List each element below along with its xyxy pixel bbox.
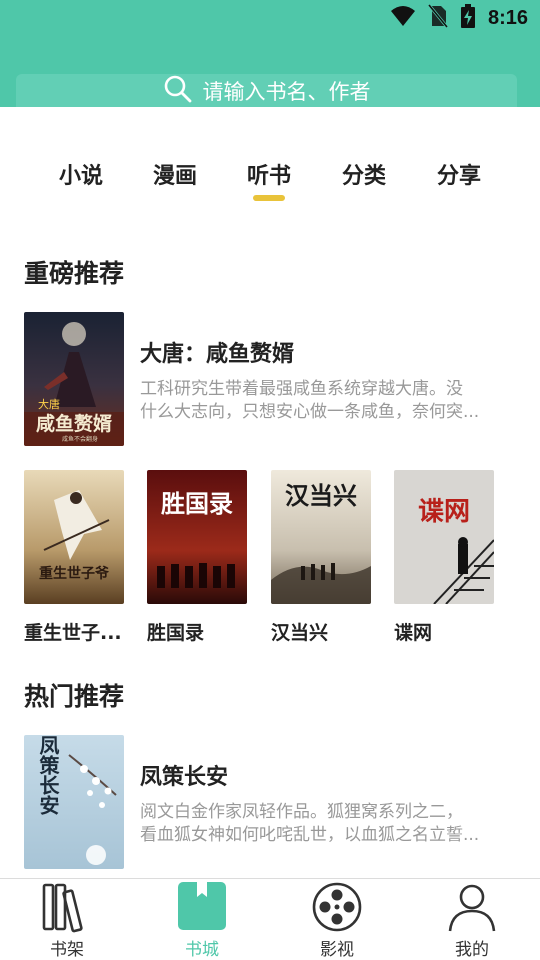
book-item[interactable]: 汉当兴 汉当兴 bbox=[271, 470, 371, 645]
cover-author-text: 咸鱼不会翻身 bbox=[62, 435, 98, 443]
book-description-line: 阅文白金作家凤轻作品。狐狸窝系列之二， bbox=[140, 802, 463, 822]
book-cover[interactable]: 胜国录 bbox=[147, 470, 247, 604]
search-icon bbox=[163, 74, 193, 108]
nav-profile[interactable]: 我的 bbox=[422, 879, 522, 960]
book-description: 阅文白金作家凤轻作品。狐狸窝系列之二， 看血狐女神如何叱咤乱世，以血狐之名立誓.… bbox=[140, 801, 500, 847]
nav-label: 书城 bbox=[185, 940, 219, 960]
book-cover[interactable]: 汉当兴 bbox=[271, 470, 371, 604]
person-icon bbox=[446, 881, 498, 937]
battery-charging-icon bbox=[460, 4, 476, 32]
book-item[interactable]: 胜国录 胜国录 bbox=[147, 470, 247, 645]
wifi-icon bbox=[390, 5, 416, 31]
cover-title-text: 凤策长安 bbox=[36, 735, 60, 816]
cover-title-text: 重生世子爷 bbox=[39, 565, 110, 582]
book-description-line: 工科研究生带着最强咸鱼系统穿越大唐。没 bbox=[140, 379, 463, 399]
tab-comic[interactable]: 漫画 bbox=[153, 158, 197, 190]
book-description: 工科研究生带着最强咸鱼系统穿越大唐。没 什么大志向，只想安心做一条咸鱼，奈何突.… bbox=[140, 378, 500, 424]
book-title[interactable]: 大唐：咸鱼赘婿 bbox=[140, 336, 294, 368]
active-tab-indicator bbox=[253, 195, 285, 201]
book-cover[interactable]: 谍网 bbox=[394, 470, 494, 604]
book-name[interactable]: 重生世子... bbox=[24, 618, 124, 645]
nav-label: 书架 bbox=[50, 940, 84, 960]
tab-share[interactable]: 分享 bbox=[437, 158, 481, 190]
section-title-hot: 热门推荐 bbox=[24, 682, 125, 711]
book-item[interactable]: 谍网 谍网 bbox=[394, 470, 494, 645]
cover-title-text: 谍网 bbox=[418, 497, 470, 527]
header-bar: 8:16 请输入书名、作者 bbox=[0, 0, 540, 107]
featured-book-card[interactable]: 大唐 咸鱼赘婿 咸鱼不会翻身 大唐：咸鱼赘婿 工科研究生带着最强咸鱼系统穿越大唐… bbox=[24, 312, 516, 446]
book-description-line: 看血狐女神如何叱咤乱世，以血狐之名立誓... bbox=[140, 825, 480, 845]
no-sim-icon bbox=[427, 4, 449, 32]
book-cover[interactable]: 凤策长安 bbox=[24, 735, 124, 869]
cover-title-text: 胜国录 bbox=[161, 489, 233, 518]
book-description-line: 什么大志向，只想安心做一条咸鱼，奈何突... bbox=[140, 402, 480, 422]
bookstore-icon bbox=[177, 881, 227, 935]
nav-label: 我的 bbox=[455, 940, 489, 960]
nav-bookstore[interactable]: 书城 bbox=[152, 879, 252, 960]
film-reel-icon bbox=[311, 881, 363, 937]
hot-book-card[interactable]: 凤策长安 凤策长安 阅文白金作家凤轻作品。狐狸窝系列之二， 看血狐女神如何叱咤乱… bbox=[24, 735, 516, 869]
nav-bookshelf[interactable]: 书架 bbox=[17, 879, 117, 960]
cover-title-text: 咸鱼赘婿 bbox=[36, 412, 113, 435]
tab-novel[interactable]: 小说 bbox=[59, 158, 103, 190]
tab-audiobook[interactable]: 听书 bbox=[247, 158, 291, 190]
cover-title-text: 汉当兴 bbox=[285, 481, 357, 510]
section-title-featured: 重磅推荐 bbox=[24, 259, 125, 288]
book-item[interactable]: 重生世子爷 重生世子... bbox=[24, 470, 124, 645]
bottom-navigation: 书架 书城 影视 我的 bbox=[0, 878, 540, 960]
cover-badge-text: 大唐 bbox=[38, 397, 60, 411]
bookshelf-icon bbox=[41, 881, 93, 937]
nav-film[interactable]: 影视 bbox=[287, 879, 387, 960]
nav-label: 影视 bbox=[320, 940, 354, 960]
search-placeholder: 请输入书名、作者 bbox=[202, 79, 371, 104]
category-tabs: 小说 漫画 听书 分类 分享 bbox=[0, 150, 540, 210]
book-cover[interactable]: 重生世子爷 bbox=[24, 470, 124, 604]
search-bar[interactable]: 请输入书名、作者 bbox=[16, 74, 517, 107]
book-name[interactable]: 汉当兴 bbox=[271, 618, 371, 645]
tab-category[interactable]: 分类 bbox=[342, 158, 386, 190]
book-name[interactable]: 胜国录 bbox=[147, 618, 247, 645]
book-name[interactable]: 谍网 bbox=[394, 618, 494, 645]
status-time: 8:16 bbox=[487, 6, 528, 29]
book-title[interactable]: 凤策长安 bbox=[140, 759, 228, 791]
book-cover[interactable]: 大唐 咸鱼赘婿 咸鱼不会翻身 bbox=[24, 312, 124, 446]
status-bar: 8:16 bbox=[390, 4, 528, 32]
